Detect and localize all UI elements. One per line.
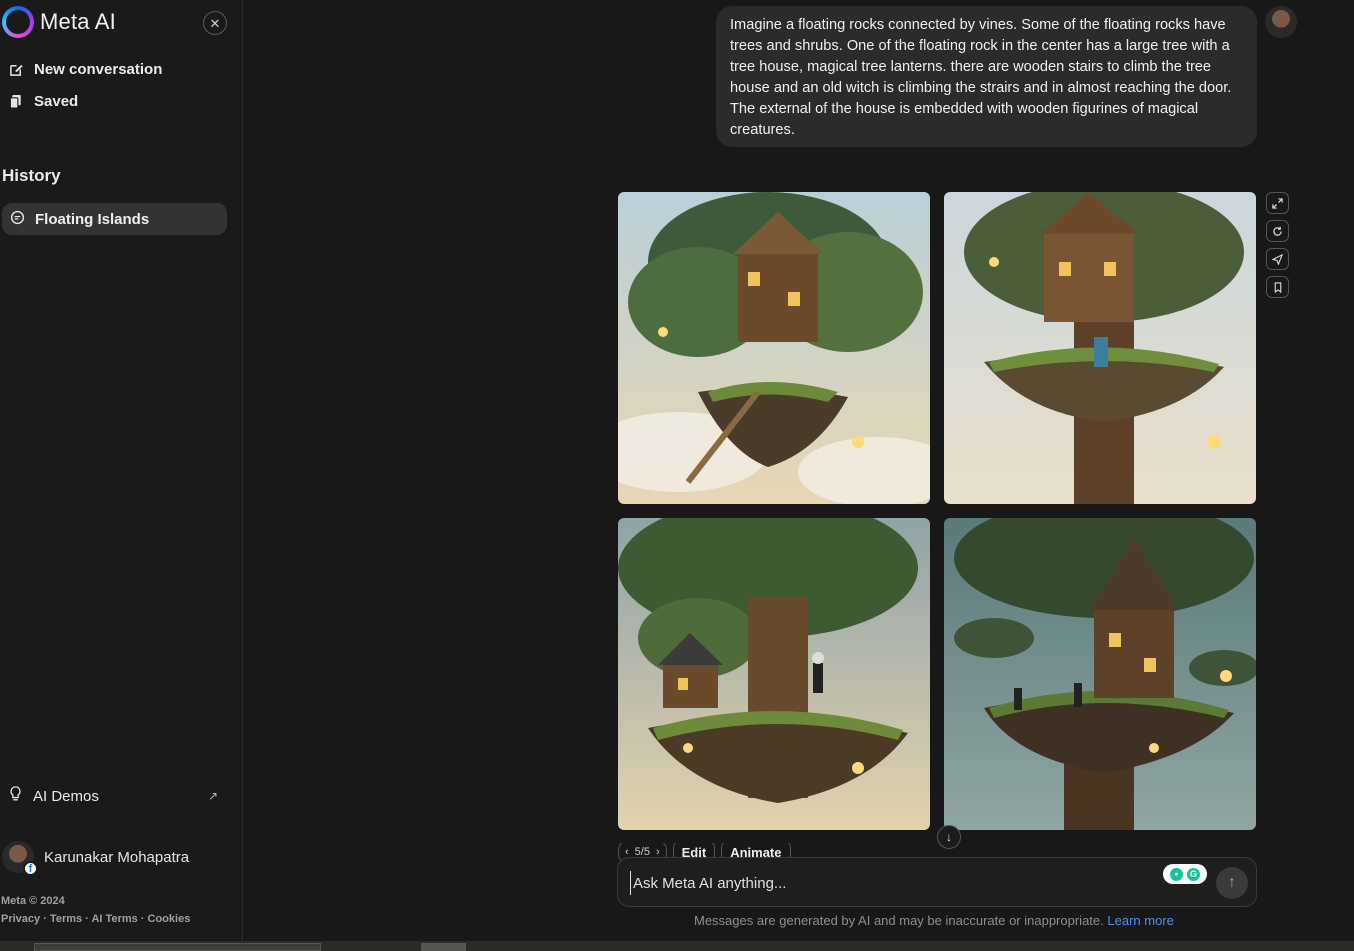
history-item-label: Floating Islands xyxy=(35,210,150,228)
taskbar xyxy=(0,941,1354,951)
chat-bubble-icon xyxy=(10,210,25,229)
sidebar: Meta AI ✕ New conversation Saved History… xyxy=(0,0,243,951)
image-2-art xyxy=(944,192,1256,504)
user-profile[interactable]: f Karunakar Mohapatra xyxy=(2,841,190,876)
scroll-down-button[interactable]: ↓ xyxy=(937,825,961,849)
ai-demos-label: AI Demos xyxy=(33,787,99,805)
footer-copyright: Meta © 2024 xyxy=(1,895,65,907)
grammarly-g-icon: G xyxy=(1187,867,1200,881)
expand-icon[interactable] xyxy=(1266,192,1289,214)
saved-label: Saved xyxy=(34,93,79,110)
user-avatar xyxy=(1265,6,1297,38)
avatar: f xyxy=(2,841,38,876)
arrow-up-icon: ↑ xyxy=(1228,874,1236,891)
facebook-icon: f xyxy=(23,861,38,876)
grammarly-bulb-icon: • xyxy=(1170,867,1183,881)
generated-image-2[interactable] xyxy=(944,192,1256,504)
send-button[interactable]: ↑ xyxy=(1216,867,1248,899)
lightbulb-icon xyxy=(8,786,23,806)
meta-ring-icon xyxy=(2,6,34,38)
message-input[interactable] xyxy=(630,871,1150,895)
disclaimer: Messages are generated by AI and may be … xyxy=(694,913,1174,928)
image-4-art xyxy=(944,518,1256,830)
grammarly-widget[interactable]: • G xyxy=(1163,864,1207,884)
generated-image-4[interactable] xyxy=(944,518,1256,830)
new-conversation-button[interactable]: New conversation xyxy=(8,61,162,78)
generated-image-1[interactable] xyxy=(618,192,930,504)
history-title: History xyxy=(2,166,61,185)
taskbar-item[interactable] xyxy=(421,943,466,951)
image-toolbar xyxy=(1266,192,1289,298)
regenerate-icon[interactable] xyxy=(1266,220,1289,242)
taskbar-window[interactable] xyxy=(34,943,321,951)
close-sidebar-button[interactable]: ✕ xyxy=(203,11,227,35)
learn-more-link[interactable]: Learn more xyxy=(1107,913,1173,928)
image-3-art xyxy=(618,518,930,830)
ai-demos-link[interactable]: AI Demos ↗ xyxy=(8,786,218,806)
history-item-floating-islands[interactable]: Floating Islands xyxy=(2,203,227,235)
user-message-bubble: Imagine a floating rocks connected by vi… xyxy=(716,6,1257,147)
share-icon[interactable] xyxy=(1266,248,1289,270)
compose-icon xyxy=(8,62,24,78)
image-1-art xyxy=(618,192,930,504)
new-conversation-label: New conversation xyxy=(34,61,163,78)
saved-icon xyxy=(8,94,24,110)
disclaimer-text: Messages are generated by AI and may be … xyxy=(694,913,1104,928)
arrow-down-icon: ↓ xyxy=(946,830,952,844)
composer: • G ↑ xyxy=(617,857,1257,907)
generated-image-3[interactable] xyxy=(618,518,930,830)
meta-ai-logo[interactable]: Meta AI xyxy=(2,6,116,38)
saved-button[interactable]: Saved xyxy=(8,93,78,110)
app-title: Meta AI xyxy=(40,9,116,34)
bookmark-icon[interactable] xyxy=(1266,276,1289,298)
external-link-icon: ↗ xyxy=(207,789,218,803)
user-name: Karunakar Mohapatra xyxy=(44,848,190,866)
footer-links[interactable]: Privacy · Terms · AI Terms · Cookies xyxy=(1,913,190,925)
